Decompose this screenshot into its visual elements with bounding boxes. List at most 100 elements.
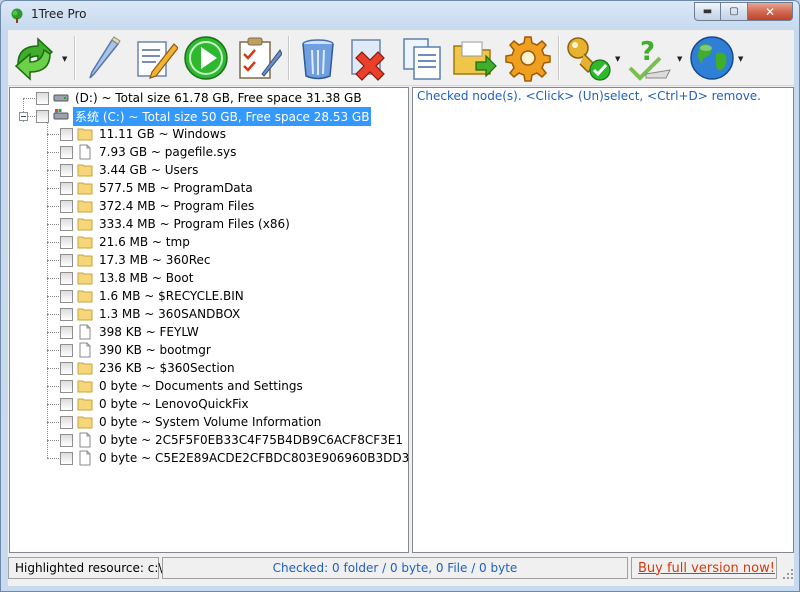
delete-button[interactable] (346, 34, 394, 82)
tree-node-item[interactable]: 236 KB ~ $360Section (60, 359, 237, 377)
tree-node-item[interactable]: 0 byte ~ System Volume Information (60, 413, 323, 431)
node-checkbox[interactable] (60, 451, 73, 465)
folder-icon (77, 272, 93, 285)
tree-node-item[interactable]: 0 byte ~ LenovoQuickFix (60, 395, 251, 413)
tree-node-item[interactable]: 398 KB ~ FEYLW (60, 323, 201, 341)
folder-icon (77, 380, 93, 393)
rename-button[interactable] (80, 34, 128, 82)
tree-node-item[interactable]: 1.6 MB ~ $RECYCLE.BIN (60, 287, 246, 305)
tree-node-item[interactable]: 0 byte ~ Documents and Settings (60, 377, 305, 395)
recycle-button[interactable] (294, 34, 342, 82)
minimize-button[interactable]: ▬ (694, 2, 721, 21)
copy-button[interactable] (398, 34, 446, 82)
file-icon (79, 324, 91, 340)
pencil-icon (89, 36, 121, 79)
tree-node-item[interactable]: 1.3 MB ~ 360SANDBOX (60, 305, 242, 323)
node-label: 333.4 MB ~ Program Files (x86) (99, 217, 290, 231)
node-checkbox[interactable] (60, 307, 73, 321)
node-checkbox[interactable] (60, 343, 73, 357)
node-checkbox[interactable] (60, 433, 73, 447)
node-checkbox[interactable] (60, 397, 73, 411)
tree-node-item[interactable]: 13.8 MB ~ Boot (60, 269, 195, 287)
node-checkbox[interactable] (60, 325, 73, 339)
buy-full-version-link[interactable]: Buy full version now! (631, 557, 777, 579)
tree-connector-line (47, 123, 48, 458)
node-checkbox[interactable] (60, 271, 73, 285)
node-checkbox[interactable] (60, 361, 73, 375)
refresh-button[interactable] (10, 34, 58, 82)
node-checkbox[interactable] (60, 217, 73, 231)
node-checkbox[interactable] (36, 109, 49, 123)
tree-node-item[interactable]: 17.3 MB ~ 360Rec (60, 251, 213, 269)
node-label: 1.3 MB ~ 360SANDBOX (99, 307, 241, 321)
tree-connector-line (47, 134, 59, 135)
node-checkbox[interactable] (60, 415, 73, 429)
node-checkbox[interactable] (60, 289, 73, 303)
tree-node-item[interactable]: 11.11 GB ~ Windows (60, 125, 228, 143)
node-checkbox[interactable] (60, 145, 73, 159)
node-checkbox[interactable] (60, 181, 73, 195)
folder-icon (77, 164, 93, 177)
node-checkbox[interactable] (36, 91, 49, 105)
tree-node-item[interactable]: 0 byte ~ 2C5F5F0EB33C4F75B4DB9C6ACF8CF3E… (60, 431, 405, 449)
checklist-button[interactable] (234, 34, 283, 82)
settings-button[interactable] (504, 34, 552, 82)
node-checkbox[interactable] (60, 127, 73, 141)
tree-node-item[interactable]: 372.4 MB ~ Program Files (60, 197, 256, 215)
system-drive-icon (53, 109, 69, 120)
toolbar: ▼ ▼ ? ▼ ▼ (8, 30, 794, 86)
refresh-dropdown-arrow[interactable]: ▼ (62, 55, 70, 63)
node-checkbox[interactable] (60, 163, 73, 177)
node-checkbox[interactable] (60, 199, 73, 213)
tree-connector-line (47, 260, 59, 261)
resize-grip-icon[interactable] (782, 568, 794, 580)
tree-node-item[interactable]: 21.6 MB ~ tmp (60, 233, 192, 251)
tree-connector-line (47, 404, 59, 405)
node-label: 1.6 MB ~ $RECYCLE.BIN (99, 289, 244, 303)
tree-node-item[interactable]: 577.5 MB ~ ProgramData (60, 179, 255, 197)
title-bar[interactable]: 1Tree Pro ▬ ▢ ✕ (1, 1, 799, 30)
highlighted-resource-status: Highlighted resource: c:\ (8, 557, 162, 579)
close-button[interactable]: ✕ (748, 2, 793, 21)
run-button[interactable] (182, 34, 230, 82)
node-label: 17.3 MB ~ 360Rec (99, 253, 211, 267)
tree-pane[interactable]: (D:) ~ Total size 61.78 GB, Free space 3… (9, 87, 409, 553)
node-checkbox[interactable] (60, 379, 73, 393)
tree-connector-line (47, 296, 59, 297)
tree-node-drive[interactable]: 系统 (C:) ~ Total size 50 GB, Free space 2… (36, 106, 372, 126)
node-label: 21.6 MB ~ tmp (99, 235, 190, 249)
move-button[interactable] (450, 34, 498, 82)
folder-icon (77, 362, 93, 375)
node-checkbox[interactable] (60, 235, 73, 249)
tree-app-icon (11, 8, 23, 23)
tree-node-item[interactable]: 3.44 GB ~ Users (60, 161, 200, 179)
tree-connector-line (23, 98, 35, 99)
tree-node-drive[interactable]: (D:) ~ Total size 61.78 GB, Free space 3… (36, 89, 364, 107)
move-folder-icon (453, 41, 497, 78)
tree-connector-line (47, 332, 59, 333)
tree-node-item[interactable]: 390 KB ~ bootmgr (60, 341, 213, 359)
edit-button[interactable] (130, 34, 179, 82)
website-dropdown-arrow[interactable]: ▼ (738, 55, 746, 63)
tree-node-item[interactable]: 333.4 MB ~ Program Files (x86) (60, 215, 292, 233)
register-button[interactable] (564, 34, 612, 82)
register-dropdown-arrow[interactable]: ▼ (615, 55, 623, 63)
expand-toggle[interactable] (19, 112, 28, 121)
tree-connector-line (47, 422, 59, 423)
status-bar: Highlighted resource: c:\ Checked: 0 fol… (8, 555, 794, 583)
checked-nodes-pane[interactable]: Checked node(s). <Click> (Un)select, <Ct… (412, 87, 794, 553)
tree-node-item[interactable]: 0 byte ~ C5E2E89ACDE2CFBDC803E906960B3DD… (60, 449, 411, 467)
help-button[interactable]: ? (626, 34, 674, 82)
help-check-icon: ? (628, 37, 671, 81)
website-button[interactable] (688, 34, 736, 82)
file-icon (79, 144, 91, 160)
node-label: 0 byte ~ 2C5F5F0EB33C4F75B4DB9C6ACF8CF3E… (99, 433, 403, 447)
maximize-button[interactable]: ▢ (721, 2, 748, 21)
node-checkbox[interactable] (60, 253, 73, 267)
help-dropdown-arrow[interactable]: ▼ (677, 55, 685, 63)
globe-icon (690, 36, 734, 80)
tree-node-item[interactable]: 7.93 GB ~ pagefile.sys (60, 143, 238, 161)
delete-x-icon (351, 39, 385, 81)
trash-can-icon (302, 39, 334, 80)
node-label: 3.44 GB ~ Users (99, 163, 199, 177)
